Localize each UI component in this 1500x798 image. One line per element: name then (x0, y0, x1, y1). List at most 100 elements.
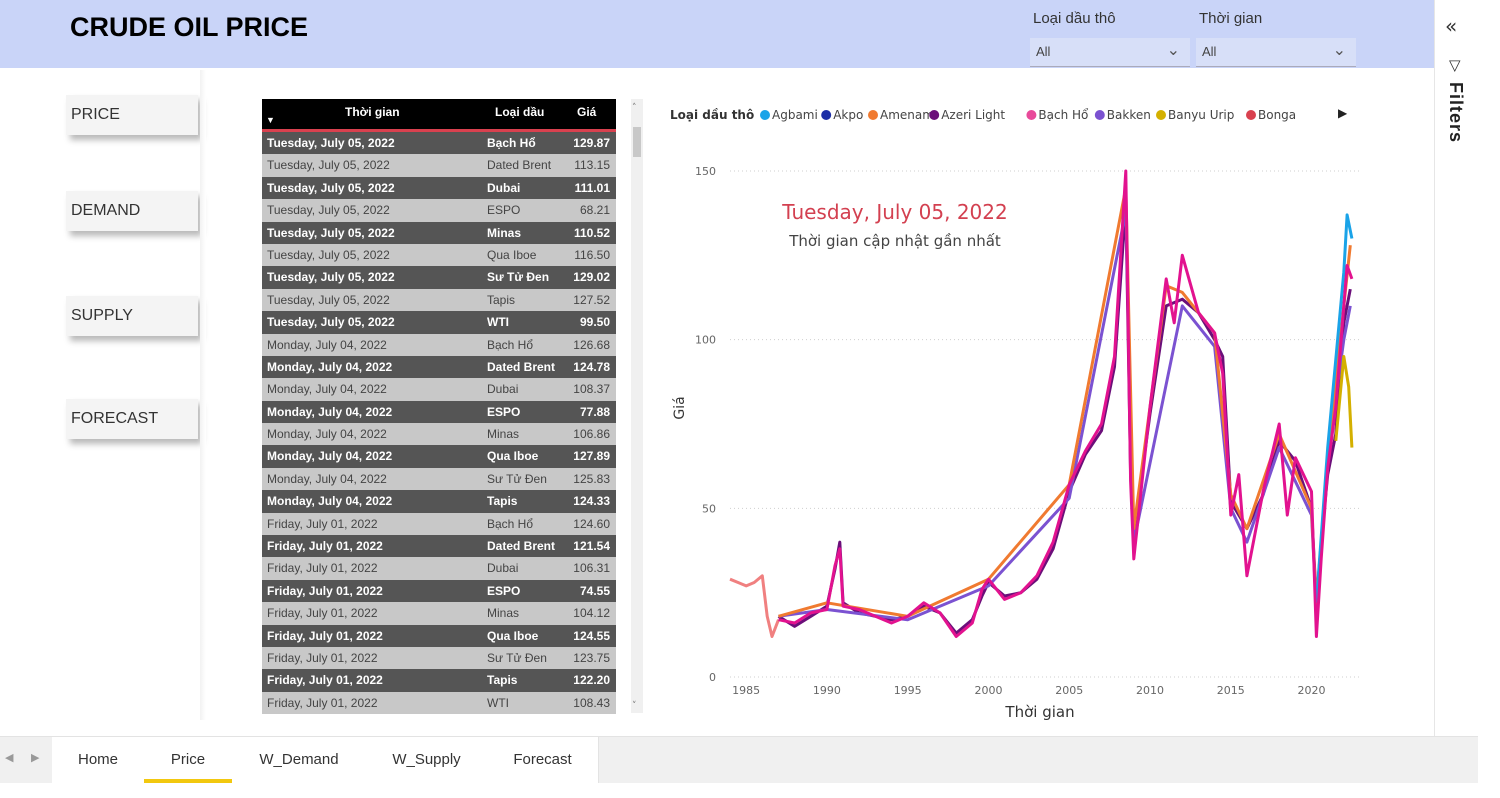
table-row[interactable]: Friday, July 01, 2022 Tapis 122.20 (262, 669, 616, 692)
price-cell: 125.83 (573, 471, 610, 486)
sidebar-divider (200, 70, 206, 720)
x-tick-label: 1985 (732, 684, 760, 697)
table-row[interactable]: Monday, July 04, 2022 Bạch Hổ 126.68 (262, 333, 616, 356)
chevron-down-icon: ⌄ (1166, 40, 1180, 59)
x-tick-label: 2020 (1298, 684, 1326, 697)
legend-marker (1246, 110, 1256, 120)
table-body: Tuesday, July 05, 2022 Bạch Hổ 129.87 Tuesd… (262, 132, 616, 715)
tab-price[interactable]: Price (144, 737, 233, 783)
scroll-down-icon[interactable]: ˅ (632, 701, 637, 711)
tab-w-demand[interactable]: W_Demand (232, 737, 367, 783)
tab-forecast[interactable]: Forecast (487, 737, 599, 783)
oil-type-dropdown[interactable]: All ⌄ (1030, 38, 1190, 67)
column-header-price[interactable]: Giá (577, 105, 596, 119)
table-row[interactable]: Tuesday, July 05, 2022 Sư Tử Đen 129.02 (262, 266, 616, 289)
x-tick-label: 2000 (974, 684, 1002, 697)
time-cell: Monday, July 04, 2022 (267, 471, 387, 486)
tab-prev-icon[interactable]: ◀ (5, 751, 13, 764)
legend-item: Akpo (833, 108, 863, 122)
latest-date-caption: Thời gian cập nhật gần nhất (789, 232, 1001, 250)
legend-item: Bonga (1258, 108, 1296, 122)
oil-type-cell: Dubai (487, 561, 519, 576)
scrollbar-thumb[interactable] (633, 127, 641, 157)
table-row[interactable]: Friday, July 01, 2022 Minas 104.12 (262, 602, 616, 625)
x-tick-label: 1990 (813, 684, 841, 697)
column-header-oil-type[interactable]: Loại dầu (495, 105, 544, 119)
tab-next-icon[interactable]: ▶ (31, 751, 39, 764)
oil-type-cell: Dubai (487, 382, 519, 397)
series-line (729, 574, 780, 638)
table-row[interactable]: Tuesday, July 05, 2022 Qua Iboe 116.50 (262, 243, 616, 267)
legend-title: Loại dầu thô (670, 108, 754, 122)
nav-button-forecast[interactable]: FORECAST (66, 399, 198, 439)
time-cell: Monday, July 04, 2022 (267, 494, 393, 509)
oil-type-cell: Dated Brent (487, 539, 556, 554)
table-scrollbar[interactable]: ˄ ˅ (631, 99, 643, 713)
table-row[interactable]: Tuesday, July 05, 2022 Dated Brent 113.15 (262, 154, 616, 177)
table-row[interactable]: Friday, July 01, 2022 WTI 108.43 (262, 691, 616, 715)
table-row[interactable]: Friday, July 01, 2022 Qua Iboe 124.55 (262, 624, 616, 647)
time-cell: Friday, July 01, 2022 (267, 539, 383, 554)
price-cell: 106.86 (573, 427, 610, 442)
oil-type-cell: Minas (487, 427, 520, 442)
price-cell: 126.68 (573, 337, 610, 352)
legend-next-icon[interactable]: ▶ (1338, 106, 1347, 120)
y-axis-label: Giá (672, 396, 688, 419)
table-row[interactable]: Friday, July 01, 2022 Sư Tử Đen 123.75 (262, 646, 616, 670)
table-row[interactable]: Monday, July 04, 2022 Dated Brent 124.78 (262, 355, 616, 379)
y-tick-label: 100 (695, 334, 716, 347)
collapse-pane-icon[interactable]: « (1445, 14, 1457, 38)
table-row[interactable]: Tuesday, July 05, 2022 Tapis 127.52 (262, 288, 616, 312)
table-row[interactable]: Monday, July 04, 2022 Dubai 108.37 (262, 378, 616, 401)
table-row[interactable]: Tuesday, July 05, 2022 Bạch Hổ 129.87 (262, 132, 616, 155)
column-header-time[interactable]: Thời gian (345, 105, 400, 119)
oil-type-cell: WTI (487, 695, 509, 710)
time-cell: Monday, July 04, 2022 (267, 404, 393, 419)
table-row[interactable]: Friday, July 01, 2022 Bạch Hổ 124.60 (262, 512, 616, 536)
tab-home[interactable]: Home (52, 737, 145, 783)
price-cell: 116.50 (574, 247, 610, 262)
oil-type-cell: Minas (487, 225, 522, 240)
table-row[interactable]: Tuesday, July 05, 2022 Minas 110.52 (262, 221, 616, 244)
time-dropdown[interactable]: All ⌄ (1196, 38, 1356, 67)
price-cell: 124.60 (573, 516, 610, 531)
time-cell: Tuesday, July 05, 2022 (267, 180, 395, 195)
table-header: ▼ Thời gian Loại dầu Giá (262, 99, 616, 132)
price-cell: 129.02 (573, 270, 610, 285)
table-row[interactable]: Friday, July 01, 2022 Dated Brent 121.54 (262, 535, 616, 558)
table-row[interactable]: Tuesday, July 05, 2022 WTI 99.50 (262, 311, 616, 334)
nav-button-price[interactable]: PRICE (66, 95, 198, 135)
table-row[interactable]: Monday, July 04, 2022 Sư Tử Đen 125.83 (262, 467, 616, 491)
table-row[interactable]: Tuesday, July 05, 2022 Dubai 111.01 (262, 176, 616, 200)
filters-pane-label[interactable]: Filters (1445, 82, 1466, 143)
filters-pane[interactable]: « ▽ Filters (1434, 0, 1483, 736)
table-row[interactable]: Monday, July 04, 2022 Minas 106.86 (262, 423, 616, 446)
time-cell: Friday, July 01, 2022 (267, 628, 383, 643)
table-row[interactable]: Friday, July 01, 2022 ESPO 74.55 (262, 579, 616, 603)
legend-marker (868, 110, 878, 120)
legend-item: Amenam (880, 108, 934, 122)
oil-type-cell: Sư Tử Đen (487, 650, 547, 665)
table-row[interactable]: Monday, July 04, 2022 ESPO 77.88 (262, 400, 616, 424)
legend-marker (1094, 110, 1105, 120)
legend-marker (929, 110, 940, 120)
table-row[interactable]: Monday, July 04, 2022 Tapis 124.33 (262, 490, 616, 513)
oil-type-cell: Sư Tử Đen (487, 471, 547, 486)
oil-type-cell: Qua Iboe (487, 247, 537, 262)
time-cell: Friday, July 01, 2022 (267, 606, 378, 621)
nav-button-supply[interactable]: SUPPLY (66, 296, 198, 336)
scroll-up-icon[interactable]: ˄ (632, 103, 637, 113)
tab-w-supply[interactable]: W_Supply (366, 737, 488, 783)
table-row[interactable]: Friday, July 01, 2022 Dubai 106.31 (262, 557, 616, 580)
nav-button-demand[interactable]: DEMAND (66, 191, 198, 231)
price-cell: 122.20 (573, 673, 610, 688)
table-row[interactable]: Tuesday, July 05, 2022 ESPO 68.21 (262, 199, 616, 222)
price-table: ▼ Thời gian Loại dầu Giá Tuesday, July 0… (262, 99, 616, 721)
oil-type-cell: Dated Brent (487, 359, 556, 374)
oil-type-cell: Bạch Hổ (487, 136, 536, 150)
legend-item: Agbami (772, 108, 818, 122)
table-row[interactable]: Monday, July 04, 2022 Qua Iboe 127.89 (262, 445, 616, 468)
sort-descending-icon[interactable]: ▼ (266, 115, 275, 125)
price-cell: 74.55 (579, 583, 610, 598)
price-cell: 106.31 (573, 561, 610, 576)
